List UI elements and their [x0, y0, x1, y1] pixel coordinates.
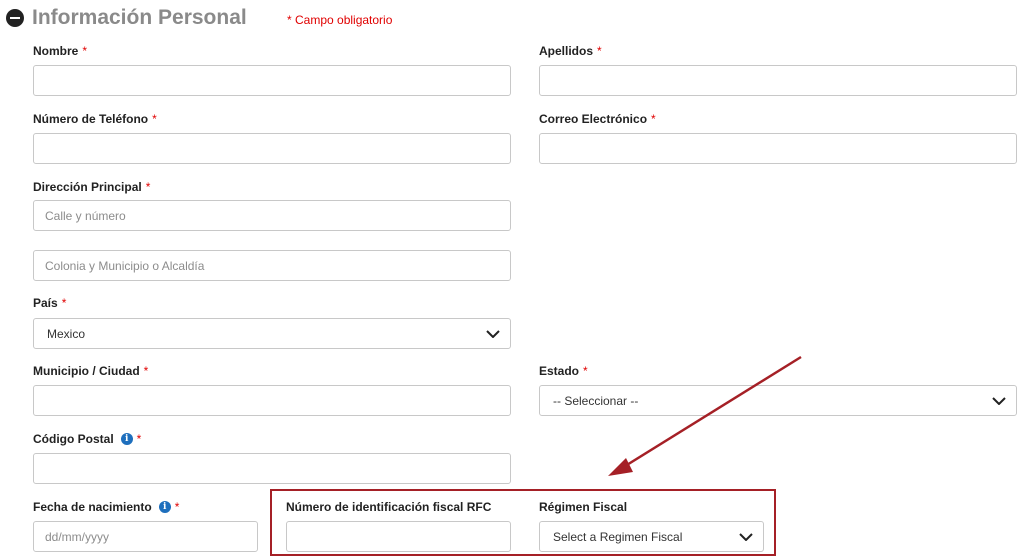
chevron-down-icon — [739, 532, 753, 541]
fecha-nacimiento-label: Fecha de nacimiento i * — [33, 500, 179, 514]
apellidos-label-text: Apellidos — [539, 44, 594, 58]
municipio-label-text: Municipio / Ciudad — [33, 364, 140, 378]
regimen-fiscal-select[interactable]: Select a Regimen Fiscal — [539, 521, 764, 552]
direccion-line1-input[interactable] — [33, 200, 511, 231]
correo-label-text: Correo Electrónico — [539, 112, 648, 126]
apellidos-label: Apellidos * — [539, 44, 602, 58]
fecha-nacimiento-label-text: Fecha de nacimiento — [33, 500, 152, 514]
rfc-input[interactable] — [286, 521, 511, 552]
apellidos-input[interactable] — [539, 65, 1017, 96]
direccion-label-text: Dirección Principal — [33, 180, 142, 194]
section-title: Información Personal — [32, 6, 247, 29]
chevron-down-icon — [992, 396, 1006, 405]
pais-label: País * — [33, 296, 66, 310]
telefono-label: Número de Teléfono * — [33, 112, 157, 126]
municipio-input[interactable] — [33, 385, 511, 416]
nombre-input[interactable] — [33, 65, 511, 96]
minus-circle-icon[interactable] — [6, 9, 24, 27]
required-star: * — [82, 44, 88, 58]
required-star: * — [583, 364, 588, 378]
codigo-postal-label-text: Código Postal — [33, 432, 114, 446]
required-note: * Campo obligatorio — [287, 13, 393, 27]
required-star: * — [61, 296, 67, 310]
direccion-line2-input[interactable] — [33, 250, 511, 281]
estado-label-text: Estado — [539, 364, 580, 378]
rfc-label-text: Número de identificación fiscal RFC — [286, 500, 492, 514]
info-icon[interactable]: i — [158, 501, 171, 513]
telefono-label-text: Número de Teléfono — [33, 112, 149, 126]
info-icon[interactable]: i — [120, 433, 133, 445]
section-header[interactable]: Información Personal — [6, 4, 247, 32]
estado-select[interactable]: -- Seleccionar -- — [539, 385, 1017, 416]
correo-label: Correo Electrónico * — [539, 112, 656, 126]
required-star: * — [152, 112, 157, 126]
pais-select[interactable]: Mexico — [33, 318, 511, 349]
required-star: * — [174, 500, 180, 514]
chevron-down-icon — [486, 329, 500, 338]
required-star: * — [597, 44, 602, 58]
direccion-label: Dirección Principal * — [33, 180, 150, 194]
codigo-postal-input[interactable] — [33, 453, 511, 484]
codigo-postal-label: Código Postal i * — [33, 432, 141, 446]
regimen-fiscal-label-text: Régimen Fiscal — [539, 500, 628, 514]
pais-label-text: País — [33, 296, 58, 310]
required-star: * — [145, 180, 151, 194]
required-star: * — [651, 112, 656, 126]
telefono-input[interactable] — [33, 133, 511, 164]
correo-input[interactable] — [539, 133, 1017, 164]
regimen-fiscal-label: Régimen Fiscal — [539, 500, 627, 514]
required-star: * — [136, 432, 142, 446]
municipio-label: Municipio / Ciudad * — [33, 364, 148, 378]
required-star: * — [143, 364, 149, 378]
estado-selected-value: -- Seleccionar -- — [553, 393, 639, 408]
pais-selected-value: Mexico — [47, 326, 86, 341]
fecha-nacimiento-input[interactable] — [33, 521, 258, 552]
nombre-label: Nombre * — [33, 44, 87, 58]
nombre-label-text: Nombre — [33, 44, 79, 58]
rfc-label: Número de identificación fiscal RFC — [286, 500, 491, 514]
regimen-fiscal-selected-value: Select a Regimen Fiscal — [553, 529, 683, 544]
estado-label: Estado * — [539, 364, 588, 378]
